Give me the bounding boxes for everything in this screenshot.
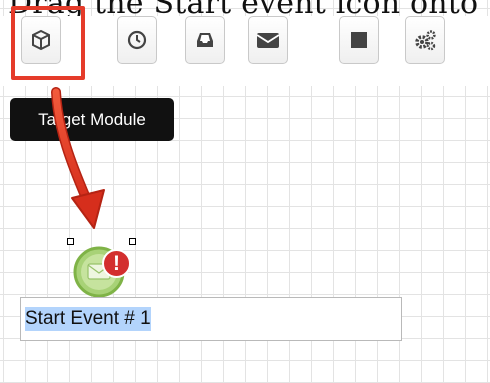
event-name-input[interactable]: Start Event # 1 <box>20 297 402 341</box>
resize-handle-top-right[interactable] <box>129 238 136 245</box>
warning-icon: ! <box>102 249 131 278</box>
start-event-node[interactable]: ! <box>71 242 131 300</box>
event-name-text: Start Event # 1 <box>25 307 151 331</box>
resize-handle-top-left[interactable] <box>67 238 74 245</box>
